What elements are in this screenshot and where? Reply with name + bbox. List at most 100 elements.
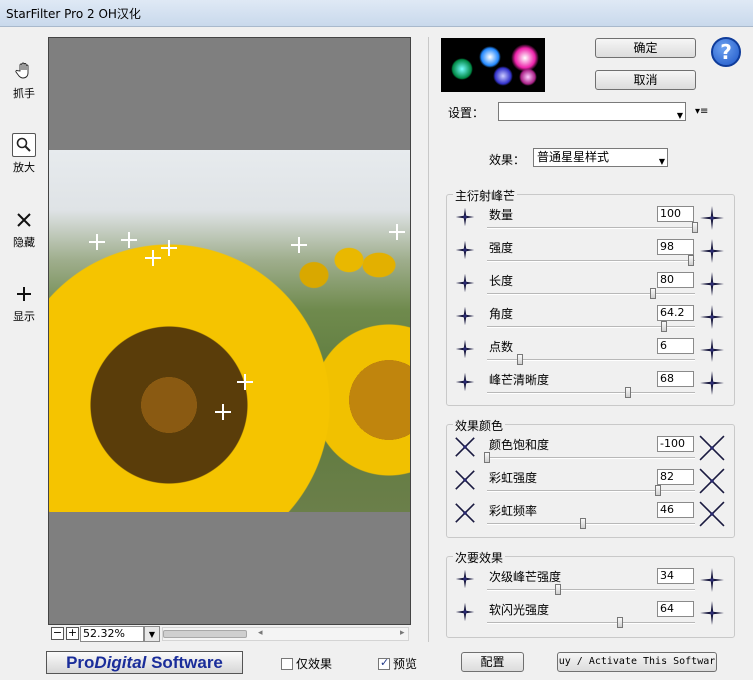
slider-thumb[interactable]: [617, 617, 624, 628]
scroll-right-icon[interactable]: ▸: [400, 628, 405, 638]
tool-hand-label: 抓手: [13, 87, 35, 100]
settings-menu-icon[interactable]: ▾≡: [695, 106, 708, 117]
slider-thumb[interactable]: [687, 255, 694, 266]
tool-hide[interactable]: 隐藏: [4, 208, 44, 250]
slider-value-input[interactable]: 80: [657, 272, 694, 288]
slider-track[interactable]: [487, 523, 695, 525]
slider-row: 软闪光强度 64: [447, 598, 736, 631]
slider-track[interactable]: [487, 490, 695, 492]
zoom-out-button[interactable]: −: [51, 627, 64, 640]
slider-track[interactable]: [487, 622, 695, 624]
tool-zoom[interactable]: 放大: [4, 133, 44, 175]
slider-thumb[interactable]: [650, 288, 657, 299]
slider-value-input[interactable]: 68: [657, 371, 694, 387]
group-secondary-effect: 次要效果 次级峰芒强度 34 软闪光强度 64: [446, 549, 736, 638]
slider-track[interactable]: [487, 227, 695, 229]
star-preview-icon: [699, 337, 727, 365]
logo-text: Digital: [94, 653, 147, 672]
star-preview-icon: [455, 602, 477, 624]
horizontal-scrollbar[interactable]: ◂ ▸: [162, 627, 409, 641]
settings-label: 设置：: [448, 106, 485, 120]
slider-thumb[interactable]: [579, 518, 586, 529]
config-button[interactable]: 配置: [461, 652, 524, 672]
star-preview-icon: [455, 470, 477, 492]
star-preview-icon: [699, 370, 727, 398]
slider-thumb[interactable]: [654, 485, 661, 496]
star-preview-icon: [699, 435, 727, 463]
effect-select[interactable]: 普通星星样式 ▼: [533, 148, 668, 167]
logo-text: Software: [146, 653, 223, 672]
slider-track[interactable]: [487, 392, 695, 394]
slider-thumb[interactable]: [625, 387, 632, 398]
slider-track[interactable]: [487, 457, 695, 459]
chevron-down-icon[interactable]: ▼: [144, 626, 160, 642]
star-preview-icon: [455, 372, 477, 394]
star-sparkle: [291, 237, 307, 253]
star-preview-icon: [455, 207, 477, 229]
settings-select[interactable]: ▼: [498, 102, 686, 121]
slider-row: 彩虹强度 82: [447, 466, 736, 499]
x-icon: [12, 208, 36, 232]
zoom-input[interactable]: 52.32%: [80, 626, 144, 642]
help-icon[interactable]: ?: [711, 37, 741, 67]
ok-button[interactable]: 确定: [595, 38, 696, 58]
scrollbar-thumb[interactable]: [163, 630, 247, 638]
slider-row: 点数 6: [447, 335, 736, 368]
star-preview-icon: [455, 306, 477, 328]
slider-thumb[interactable]: [554, 584, 561, 595]
only-effect-checkbox[interactable]: 仅效果: [281, 655, 332, 672]
effect-label: 效果：: [489, 153, 526, 167]
slider-track[interactable]: [487, 293, 695, 295]
preview-canvas[interactable]: [48, 37, 411, 625]
group-effect-color: 效果颜色 颜色饱和度 -100 彩虹强度 82 彩虹频率 46: [446, 417, 736, 538]
slider-value-input[interactable]: 64.2: [657, 305, 694, 321]
tool-show[interactable]: 显示: [4, 282, 44, 324]
tool-hand[interactable]: 抓手: [4, 59, 44, 101]
scroll-left-icon[interactable]: ◂: [258, 628, 263, 638]
star-preview-icon: [699, 238, 727, 266]
slider-value-input[interactable]: -100: [657, 436, 694, 452]
divider: [428, 37, 429, 642]
buy-activate-button[interactable]: uy / Activate This Softwar: [557, 652, 717, 672]
logo-text: Pro: [66, 653, 95, 672]
slider-row: 长度 80: [447, 269, 736, 302]
slider-row: 峰芒清晰度 68: [447, 368, 736, 401]
effect-value: 普通星星样式: [537, 150, 610, 164]
slider-label: 点数: [489, 340, 514, 354]
slider-value-input[interactable]: 98: [657, 239, 694, 255]
slider-label: 彩虹强度: [489, 471, 538, 485]
slider-value-input[interactable]: 82: [657, 469, 694, 485]
cancel-button[interactable]: 取消: [595, 70, 696, 90]
title-bar: StarFilter Pro 2 OH汉化: [0, 0, 753, 27]
star-preview-icon: [699, 501, 727, 529]
star-sparkle: [145, 250, 161, 266]
preview-label: 预览: [393, 657, 418, 671]
slider-value-input[interactable]: 6: [657, 338, 694, 354]
slider-value-input[interactable]: 34: [657, 568, 694, 584]
slider-track[interactable]: [487, 589, 695, 591]
slider-value-input[interactable]: 64: [657, 601, 694, 617]
tool-zoom-label: 放大: [13, 161, 35, 174]
preview-checkbox[interactable]: 预览: [378, 655, 417, 672]
slider-thumb[interactable]: [484, 452, 490, 463]
slider-value-input[interactable]: 100: [657, 206, 694, 222]
checkbox-box[interactable]: [281, 658, 293, 670]
chevron-down-icon: ▼: [658, 157, 665, 166]
slider-thumb[interactable]: [517, 354, 524, 365]
zoom-in-button[interactable]: +: [66, 627, 79, 640]
zoom-bar: − + 52.32% ▼ ◂ ▸: [48, 626, 411, 642]
star-preview-icon: [699, 600, 727, 628]
star-preview-icon: [699, 271, 727, 299]
group-main-diffraction: 主衍射峰芒 数量 100 强度 98 长度 80 角度 64.2 点数 6 峰芒清晰度 68: [446, 187, 736, 406]
slider-row: 彩虹频率 46: [447, 499, 736, 532]
slider-thumb[interactable]: [692, 222, 698, 233]
slider-row: 次级峰芒强度 34: [447, 565, 736, 598]
slider-label: 长度: [489, 274, 514, 288]
checkbox-box[interactable]: [378, 656, 390, 670]
star-sparkle: [389, 224, 405, 240]
chevron-down-icon: ▼: [676, 111, 683, 120]
slider-thumb[interactable]: [660, 321, 667, 332]
slider-value-input[interactable]: 46: [657, 502, 694, 518]
slider-track[interactable]: [487, 260, 695, 262]
slider-row: 强度 98: [447, 236, 736, 269]
